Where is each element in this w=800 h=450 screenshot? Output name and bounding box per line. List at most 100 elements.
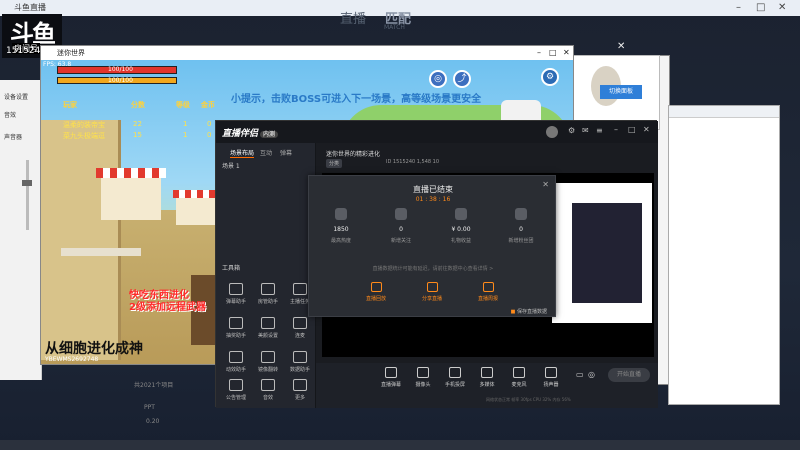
background-nav: 直播 匹配 MATCH [300, 6, 600, 36]
score-header: 玩家 分数 等级 金币 [51, 100, 221, 112]
room-category-tag[interactable]: 分类 [326, 159, 343, 168]
score-row: 温柔的装帝宝 22 1 0 [51, 120, 221, 130]
toolbox-title: 工具箱 [222, 265, 241, 272]
live-ended-dialog: 直播已结束 01 : 38 : 16 ✕ 1850 最高热度 0 新增关注 ¥ 0.… [308, 175, 556, 317]
tool-danmaku-assistant[interactable]: 弹幕助手 [222, 283, 250, 313]
scene-item[interactable]: 场景 1 [222, 161, 240, 170]
close-icon[interactable]: ✕ [563, 46, 570, 60]
tool-beauty[interactable]: 美颜设置 [254, 317, 282, 347]
dialog-title: 直播已结束 [413, 185, 453, 194]
settings-icon[interactable]: ⚙ [568, 126, 575, 135]
share-icon [426, 282, 438, 292]
settings-label: 音效 [4, 112, 17, 119]
xp-text: 100/100 [108, 77, 133, 84]
file-explorer-window [668, 105, 780, 405]
project-count: 共2021个项目 [134, 382, 174, 389]
stat-followers: 0 新增关注 [377, 208, 425, 244]
volume-slider[interactable] [26, 160, 29, 230]
screenshot-icon[interactable]: ◎ [588, 370, 595, 379]
replay-icon [370, 282, 382, 292]
stat-gift-income: ¥ 0.00 礼物收益 [437, 208, 485, 244]
preview-window [572, 203, 642, 303]
nav-item-live[interactable]: 直播 [340, 8, 366, 27]
score-row: 菜九头极端逗 15 1 0 [51, 131, 221, 141]
save-data-checkbox[interactable]: ■ 保存直播数据 [511, 308, 547, 315]
heart-icon [395, 208, 407, 220]
score-level: 1 [183, 120, 188, 128]
settings-label: 设备设置 [4, 94, 29, 101]
weapon-hint: 2级添加远程武器 [129, 302, 206, 313]
health-bar: 100/100 [57, 66, 177, 74]
settings-label: 声音器 [4, 134, 23, 141]
score-header-level: 等级 [176, 101, 190, 109]
taskbar [0, 440, 800, 450]
room-title[interactable]: 迷你世界的精彩进化 [326, 149, 380, 158]
report-icon [482, 282, 494, 292]
close-icon[interactable]: ✕ [778, 0, 786, 16]
settings-panel: 设备设置 音效 声音器 [0, 80, 42, 380]
hint-banner: 小提示，击败BOSS可进入下一场景，高等级场景更安全 [231, 94, 482, 105]
record-icon[interactable]: ▭ [576, 370, 584, 379]
tab-interaction[interactable]: 互动 [260, 148, 272, 157]
live-app-name: 直播伴侣 [222, 129, 259, 139]
menu-icon[interactable]: ≡ [596, 126, 603, 135]
score-header-coins: 金币 [201, 101, 215, 109]
health-text: 100/100 [108, 66, 133, 73]
tool-connect[interactable]: 连麦 [286, 317, 314, 347]
live-header [216, 121, 658, 143]
data-delay-note[interactable]: 直播数据统计可能有延迟，请前往数据中心查看详情 > [309, 265, 557, 272]
user-icon [515, 208, 527, 220]
tool-data[interactable]: 数据助手 [286, 351, 314, 381]
xp-bar: 100/100 [57, 77, 177, 84]
score-coins: 0 [207, 120, 212, 128]
tab-danmaku[interactable]: 弹幕 [280, 148, 292, 157]
minimize-icon[interactable]: – [614, 125, 618, 134]
game-title-overlay: 从细胞进化成神 [45, 341, 143, 357]
live-duration: 01 : 38 : 16 [415, 196, 451, 203]
score-value: 15 [133, 131, 142, 139]
avatar[interactable] [546, 126, 558, 138]
replay-button[interactable]: 直播回放 [353, 282, 399, 302]
close-icon[interactable]: ✕ [542, 180, 549, 189]
minimize-icon[interactable]: – [736, 0, 741, 16]
camera-icon[interactable]: ◎ [429, 70, 447, 88]
live-app-version: 内测 [260, 131, 279, 138]
settings-icon[interactable]: ⚙ [541, 68, 559, 86]
score-header-player: 玩家 [63, 101, 77, 109]
maximize-icon[interactable]: □ [628, 125, 636, 134]
score-level: 1 [183, 131, 188, 139]
background-app-title: 斗鱼直播 [14, 3, 46, 12]
bottom-value: 0.20 [146, 418, 160, 425]
game-window-title: 迷你世界 [57, 49, 85, 57]
score-value: 22 [133, 120, 142, 128]
volume-slider-handle[interactable] [22, 180, 32, 186]
toggle-panel-button[interactable]: 切换面板 [600, 85, 642, 99]
score-coins: 0 [207, 131, 212, 139]
message-icon[interactable]: ✉ [582, 126, 589, 135]
score-name: 温柔的装帝宝 [63, 121, 105, 129]
live-app-logo: 直播伴侣 内测 [222, 126, 279, 139]
share-icon[interactable]: ⤴ [453, 70, 471, 88]
score-header-score: 分数 [131, 101, 145, 109]
weekly-report-button[interactable]: 直播周报 [465, 282, 511, 302]
player-id: YBEWMS2692748 [45, 356, 99, 363]
nav-item-match-en: MATCH [384, 24, 405, 31]
maximize-icon[interactable]: □ [549, 46, 557, 60]
fire-icon [335, 208, 347, 220]
tool-effects[interactable]: 动效助手 [222, 351, 250, 381]
score-name: 菜九头极端逗 [63, 132, 105, 140]
tab-scene[interactable]: 场景布局 [230, 148, 255, 158]
maximize-icon[interactable]: □ [756, 0, 765, 16]
room-stats: ID 1515240 1,548 10 [386, 159, 440, 165]
tool-mirror[interactable]: 镜像翻转 [254, 351, 282, 381]
tool-lottery[interactable]: 抽奖助手 [222, 317, 250, 347]
minimize-icon[interactable]: – [537, 46, 541, 60]
close-icon[interactable]: ✕ [643, 125, 650, 134]
stat-heat: 1850 最高热度 [317, 208, 365, 244]
share-live-button[interactable]: 分享直播 [409, 282, 455, 302]
stat-fan-club: 0 新增粉丝团 [497, 208, 545, 244]
close-icon[interactable]: ✕ [617, 41, 625, 52]
game-titlebar: 迷你世界 – □ ✕ [41, 46, 573, 60]
gift-icon [455, 208, 467, 220]
tool-room-manager[interactable]: 房管助手 [254, 283, 282, 313]
